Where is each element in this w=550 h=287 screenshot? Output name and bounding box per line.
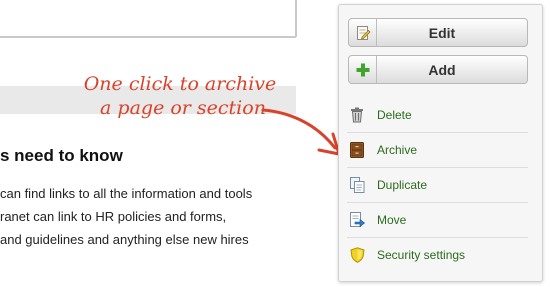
menu-item-label: Delete <box>377 107 412 122</box>
page-body-line: ranet can link to HR policies and forms, <box>0 209 227 224</box>
menu-item-list: Delete Archive Duplicate Move Security s… <box>339 97 542 272</box>
page-heading: s need to know <box>0 146 123 165</box>
edit-button[interactable]: Edit <box>348 18 528 47</box>
annotation-line-1: One click to archive <box>83 73 277 95</box>
menu-item-security-settings[interactable]: Security settings <box>339 237 542 272</box>
menu-item-label: Move <box>377 212 407 227</box>
page-body-line: and guidelines and anything else new hir… <box>0 232 249 247</box>
menu-item-duplicate[interactable]: Duplicate <box>339 167 542 202</box>
annotation-callout: One click to archive a page or section <box>80 72 280 120</box>
menu-item-delete[interactable]: Delete <box>339 97 542 132</box>
menu-item-label: Duplicate <box>377 177 428 192</box>
archive-icon <box>349 141 365 158</box>
duplicate-icon <box>349 176 365 193</box>
page-divider <box>0 36 296 38</box>
page-divider-vertical <box>295 0 297 37</box>
menu-item-move[interactable]: Move <box>339 202 542 237</box>
menu-item-label: Security settings <box>377 247 466 262</box>
move-icon <box>349 211 365 228</box>
trash-icon <box>349 107 365 123</box>
shield-icon <box>349 246 365 263</box>
add-button[interactable]: Add <box>348 55 528 84</box>
page-body-line: can find links to all the information an… <box>0 186 253 201</box>
add-icon <box>349 56 377 83</box>
annotation-arrow-icon <box>261 108 341 156</box>
menu-item-archive[interactable]: Archive <box>339 132 542 167</box>
page-actions-menu: Edit Add Delete Archive Duplicate Move S… <box>338 4 543 282</box>
edit-icon <box>349 19 377 46</box>
annotation-line-2: a page or section <box>100 97 266 119</box>
menu-item-label: Archive <box>377 142 418 157</box>
add-button-label: Add <box>428 61 456 78</box>
edit-button-label: Edit <box>428 24 456 41</box>
